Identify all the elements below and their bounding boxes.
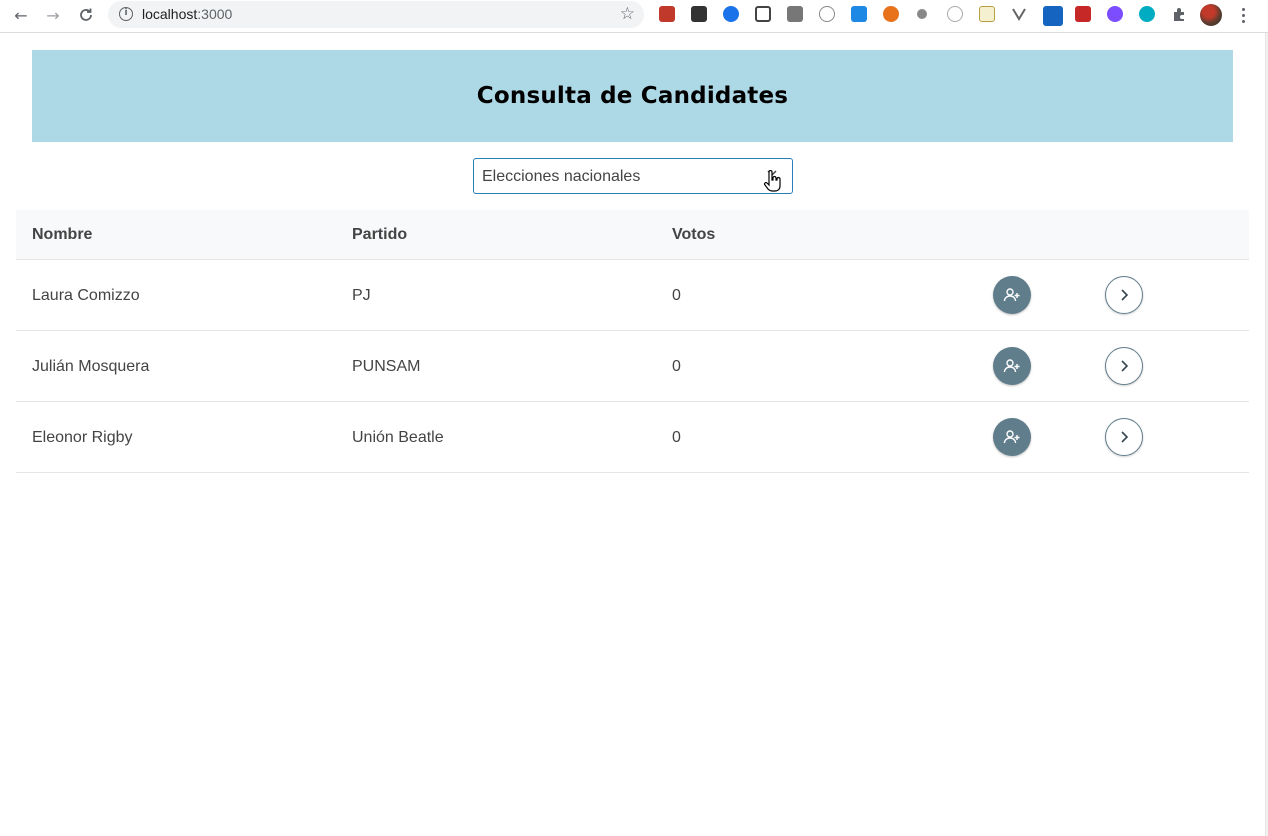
address-bar[interactable]: i localhost:3000 ☆ (108, 1, 644, 28)
candidate-votes: 0 (672, 358, 681, 375)
page-header: Consulta de Candidates (32, 50, 1233, 142)
extension-icon[interactable] (1107, 6, 1123, 22)
candidate-party: Unión Beatle (352, 429, 444, 446)
profile-avatar[interactable] (1200, 4, 1222, 26)
url-text: localhost:3000 (142, 6, 233, 22)
vote-button[interactable] (993, 347, 1031, 385)
extension-icon[interactable] (723, 6, 739, 22)
table-row: Laura Comizzo PJ 0 (16, 260, 1249, 331)
hand-cursor-icon (764, 170, 781, 192)
extension-icon[interactable] (1139, 6, 1155, 22)
extension-icon[interactable] (755, 6, 771, 22)
election-select-value: Elecciones nacionales (482, 168, 641, 185)
election-select[interactable]: Elecciones nacionales (473, 158, 793, 194)
candidate-name: Laura Comizzo (32, 287, 140, 304)
extension-icon[interactable] (883, 6, 899, 22)
vote-button[interactable] (993, 418, 1031, 456)
vote-button[interactable] (993, 276, 1031, 314)
browser-toolbar: ← → i localhost:3000 ☆ (0, 0, 1268, 33)
chevron-right-icon (1121, 289, 1129, 301)
detail-button[interactable] (1105, 276, 1143, 314)
detail-button[interactable] (1105, 347, 1143, 385)
table-header: Nombre Partido Votos (16, 210, 1249, 260)
extension-icon[interactable] (1075, 6, 1091, 22)
column-header-party: Partido (352, 226, 408, 243)
user-plus-icon (1003, 288, 1020, 302)
table-row: Julián Mosquera PUNSAM 0 (16, 331, 1249, 402)
user-plus-icon (1003, 359, 1020, 373)
chevron-right-icon (1121, 431, 1129, 443)
extension-icon[interactable] (917, 9, 927, 19)
bookmark-star-icon[interactable]: ☆ (620, 4, 635, 24)
candidate-votes: 0 (672, 287, 681, 304)
candidate-party: PUNSAM (352, 358, 421, 375)
chevron-right-icon (1121, 360, 1129, 372)
candidate-name: Eleonor Rigby (32, 429, 133, 446)
extension-icon[interactable] (691, 6, 707, 22)
detail-button[interactable] (1105, 418, 1143, 456)
extension-icon[interactable] (947, 6, 963, 22)
reload-icon[interactable] (73, 3, 99, 27)
table-row: Eleonor Rigby Unión Beatle 0 (16, 402, 1249, 473)
extension-icon[interactable] (1011, 6, 1027, 22)
extension-icon[interactable] (819, 6, 835, 22)
extension-icon[interactable] (659, 6, 675, 22)
candidate-name: Julián Mosquera (32, 358, 150, 375)
column-header-name: Nombre (32, 226, 93, 243)
candidate-votes: 0 (672, 429, 681, 446)
column-header-votes: Votos (672, 226, 716, 243)
back-icon[interactable]: ← (8, 3, 34, 27)
extension-icon[interactable] (979, 6, 995, 22)
page-title: Consulta de Candidates (476, 83, 789, 109)
candidates-table: Nombre Partido Votos Laura Comizzo PJ 0 … (16, 210, 1249, 473)
user-plus-icon (1003, 430, 1020, 444)
extension-icon[interactable] (1043, 6, 1063, 26)
extension-icon[interactable] (851, 6, 867, 22)
menu-kebab-icon[interactable] (1236, 3, 1250, 27)
extension-icon[interactable] (787, 6, 803, 22)
candidate-party: PJ (352, 287, 371, 304)
forward-icon[interactable]: → (40, 3, 66, 27)
site-info-icon[interactable]: i (119, 7, 133, 21)
puzzle-icon[interactable] (1171, 6, 1187, 22)
